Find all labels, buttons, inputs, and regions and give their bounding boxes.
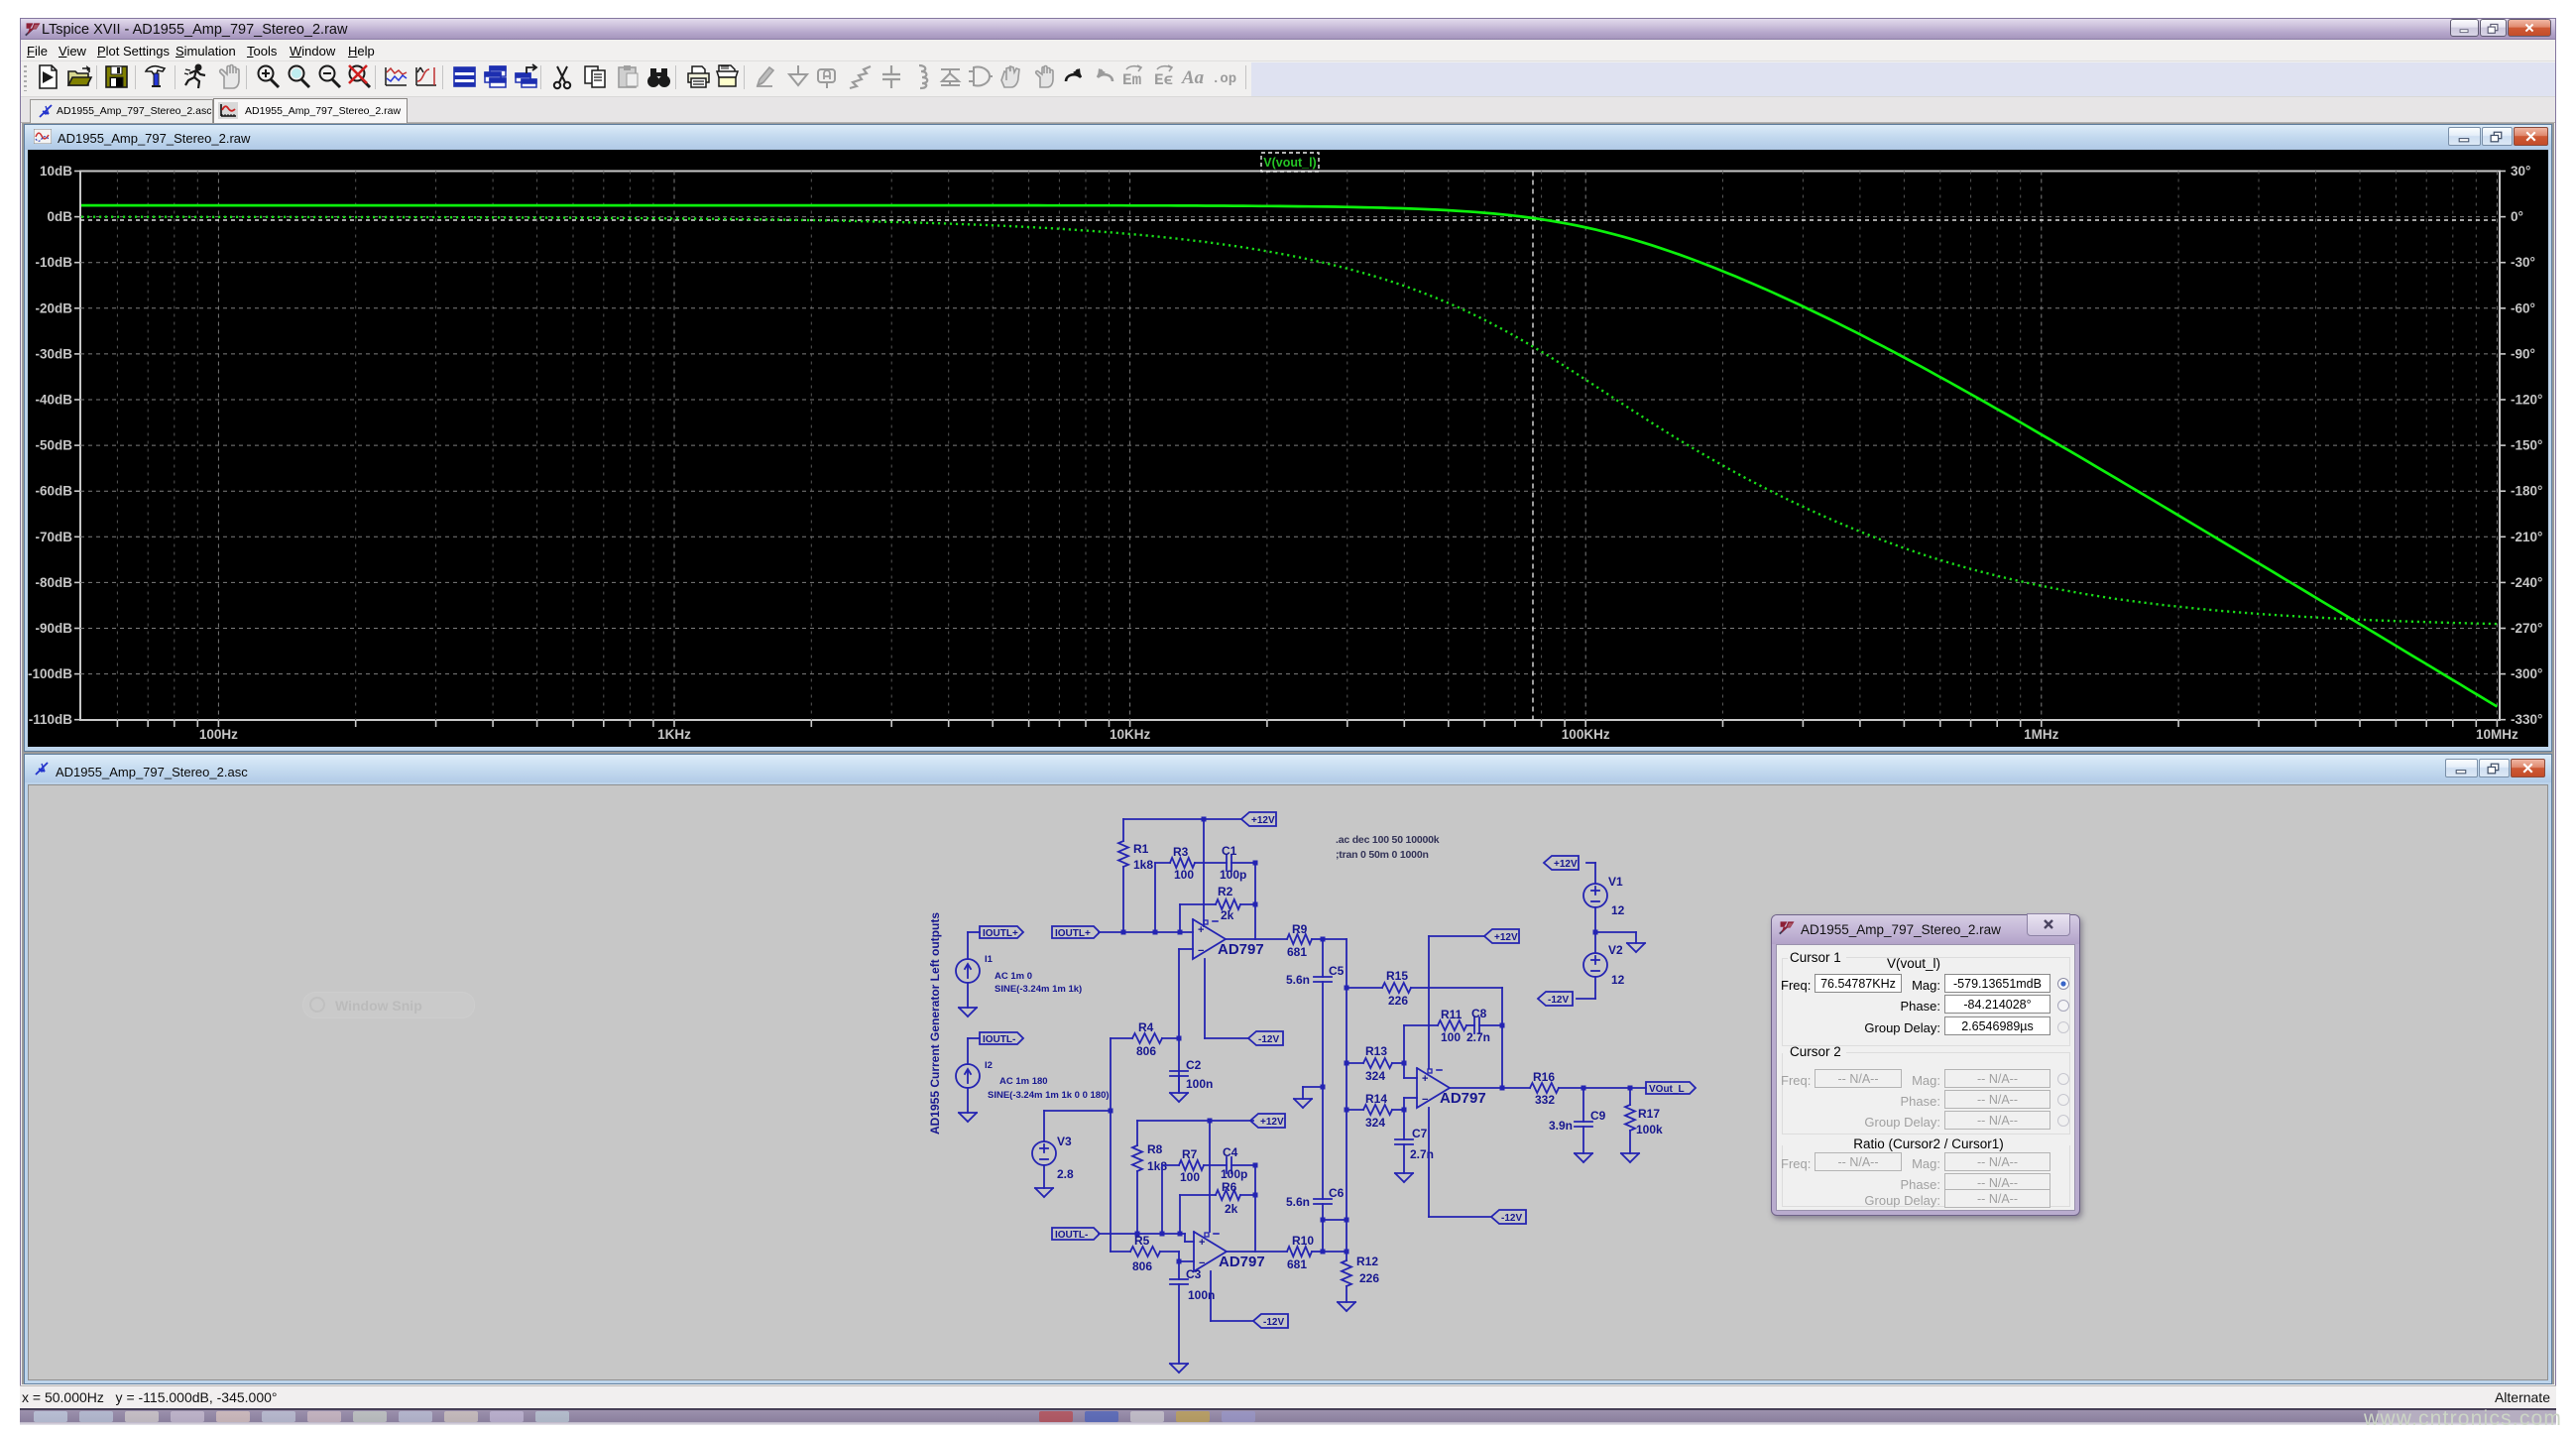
svg-text:1k8: 1k8 [1147,1159,1167,1173]
svg-text:1k8: 1k8 [1133,858,1153,872]
svg-text:R9: R9 [1292,922,1308,936]
svg-text:-12V: -12V [1548,995,1569,1006]
svg-text:R1: R1 [1133,842,1149,856]
svg-text:V3: V3 [1057,1135,1072,1148]
svg-text:+12V: +12V [1251,815,1275,826]
svg-text:R12: R12 [1356,1255,1378,1268]
svg-text:100p: 100p [1220,868,1246,882]
svg-text:−: − [1422,1094,1428,1106]
svg-text:2.7n: 2.7n [1410,1147,1434,1161]
svg-text:-12V: -12V [1501,1213,1522,1224]
svg-text:R15: R15 [1386,969,1408,983]
svg-text:100: 100 [1441,1030,1461,1044]
svg-text:−: − [1198,945,1204,957]
svg-text:I1: I1 [985,954,994,965]
svg-text:VOut_L: VOut_L [1649,1084,1685,1095]
svg-text:R5: R5 [1134,1234,1150,1248]
svg-text:100n: 100n [1188,1288,1215,1302]
svg-text:C7: C7 [1412,1127,1428,1140]
svg-text:332: 332 [1535,1093,1555,1107]
svg-text:324: 324 [1365,1116,1385,1130]
svg-text:3.9n: 3.9n [1549,1119,1573,1133]
svg-text:V2: V2 [1608,943,1623,957]
svg-text:5.6n: 5.6n [1286,973,1310,987]
svg-text:SINE(-3.24m 1m 1k 0 0 180): SINE(-3.24m 1m 1k 0 0 180) [988,1090,1110,1101]
svg-text:AD797: AD797 [1219,1254,1265,1270]
svg-text:IOUTL+: IOUTL+ [983,928,1018,939]
svg-text:2.7n: 2.7n [1466,1030,1490,1044]
svg-text:V1: V1 [1608,875,1623,889]
svg-text:+12V: +12V [1494,932,1518,943]
svg-text:2k: 2k [1221,908,1234,922]
svg-text:IOUTL+: IOUTL+ [1055,928,1091,939]
svg-text:12: 12 [1611,903,1625,917]
svg-text:100p: 100p [1221,1167,1247,1181]
svg-text:R10: R10 [1292,1234,1314,1248]
svg-text:IOUTL-: IOUTL- [1055,1230,1088,1241]
svg-text:+: + [1198,924,1204,936]
svg-text:100: 100 [1174,868,1194,882]
svg-text:R2: R2 [1218,885,1233,898]
svg-text:R7: R7 [1182,1147,1198,1161]
svg-text:R6: R6 [1222,1180,1237,1194]
svg-text:R3: R3 [1173,845,1189,859]
svg-text:R8: R8 [1147,1142,1163,1156]
svg-text:R13: R13 [1365,1044,1387,1058]
svg-text:R4: R4 [1138,1020,1154,1034]
svg-text:R11: R11 [1441,1008,1463,1021]
svg-text:C6: C6 [1329,1186,1345,1200]
svg-text:R16: R16 [1533,1070,1555,1084]
svg-text:100: 100 [1180,1170,1200,1184]
svg-text:AC 1m 180: AC 1m 180 [999,1076,1048,1087]
svg-text:681: 681 [1287,1257,1307,1271]
svg-text:R14: R14 [1365,1092,1387,1106]
svg-text:+12V: +12V [1554,859,1578,870]
svg-text:5.6n: 5.6n [1286,1195,1310,1209]
svg-text:C5: C5 [1329,964,1345,978]
svg-text:681: 681 [1287,945,1307,959]
svg-text:.ac dec 100 50 10000k: .ac dec 100 50 10000k [1336,834,1440,846]
svg-text:2.8: 2.8 [1057,1167,1074,1181]
svg-text:C3: C3 [1186,1267,1202,1281]
svg-text:806: 806 [1136,1044,1156,1058]
svg-text:C4: C4 [1223,1145,1238,1159]
svg-text:324: 324 [1365,1069,1385,1083]
svg-text:AD1955 Current Generator Left: AD1955 Current Generator Left outputs [928,912,942,1135]
svg-text:100n: 100n [1186,1077,1213,1091]
svg-text:C9: C9 [1590,1109,1606,1123]
svg-text:+12V: +12V [1260,1117,1284,1128]
svg-text:R17: R17 [1638,1107,1660,1121]
svg-text:C2: C2 [1186,1058,1202,1072]
svg-text:SINE(-3.24m 1m 1k): SINE(-3.24m 1m 1k) [995,984,1082,995]
svg-text:12: 12 [1611,973,1625,987]
svg-text:AD797: AD797 [1218,941,1264,958]
svg-text:-12V: -12V [1263,1317,1284,1328]
svg-text:;tran 0 50m 0 1000n: ;tran 0 50m 0 1000n [1336,849,1429,861]
svg-text:2k: 2k [1225,1202,1238,1216]
svg-text:+: + [1199,1237,1205,1249]
svg-text:226: 226 [1359,1271,1379,1285]
svg-text:806: 806 [1132,1259,1152,1273]
svg-text:I2: I2 [985,1060,993,1071]
svg-text:+: + [1422,1073,1428,1085]
svg-text:226: 226 [1388,994,1408,1008]
svg-text:-12V: -12V [1258,1034,1279,1045]
svg-text:AD797: AD797 [1440,1090,1486,1107]
svg-text:C8: C8 [1471,1007,1487,1020]
svg-text:C1: C1 [1222,844,1237,858]
svg-text:100k: 100k [1636,1123,1663,1136]
svg-text:AC 1m 0: AC 1m 0 [995,971,1032,982]
svg-text:IOUTL-: IOUTL- [983,1034,1015,1045]
